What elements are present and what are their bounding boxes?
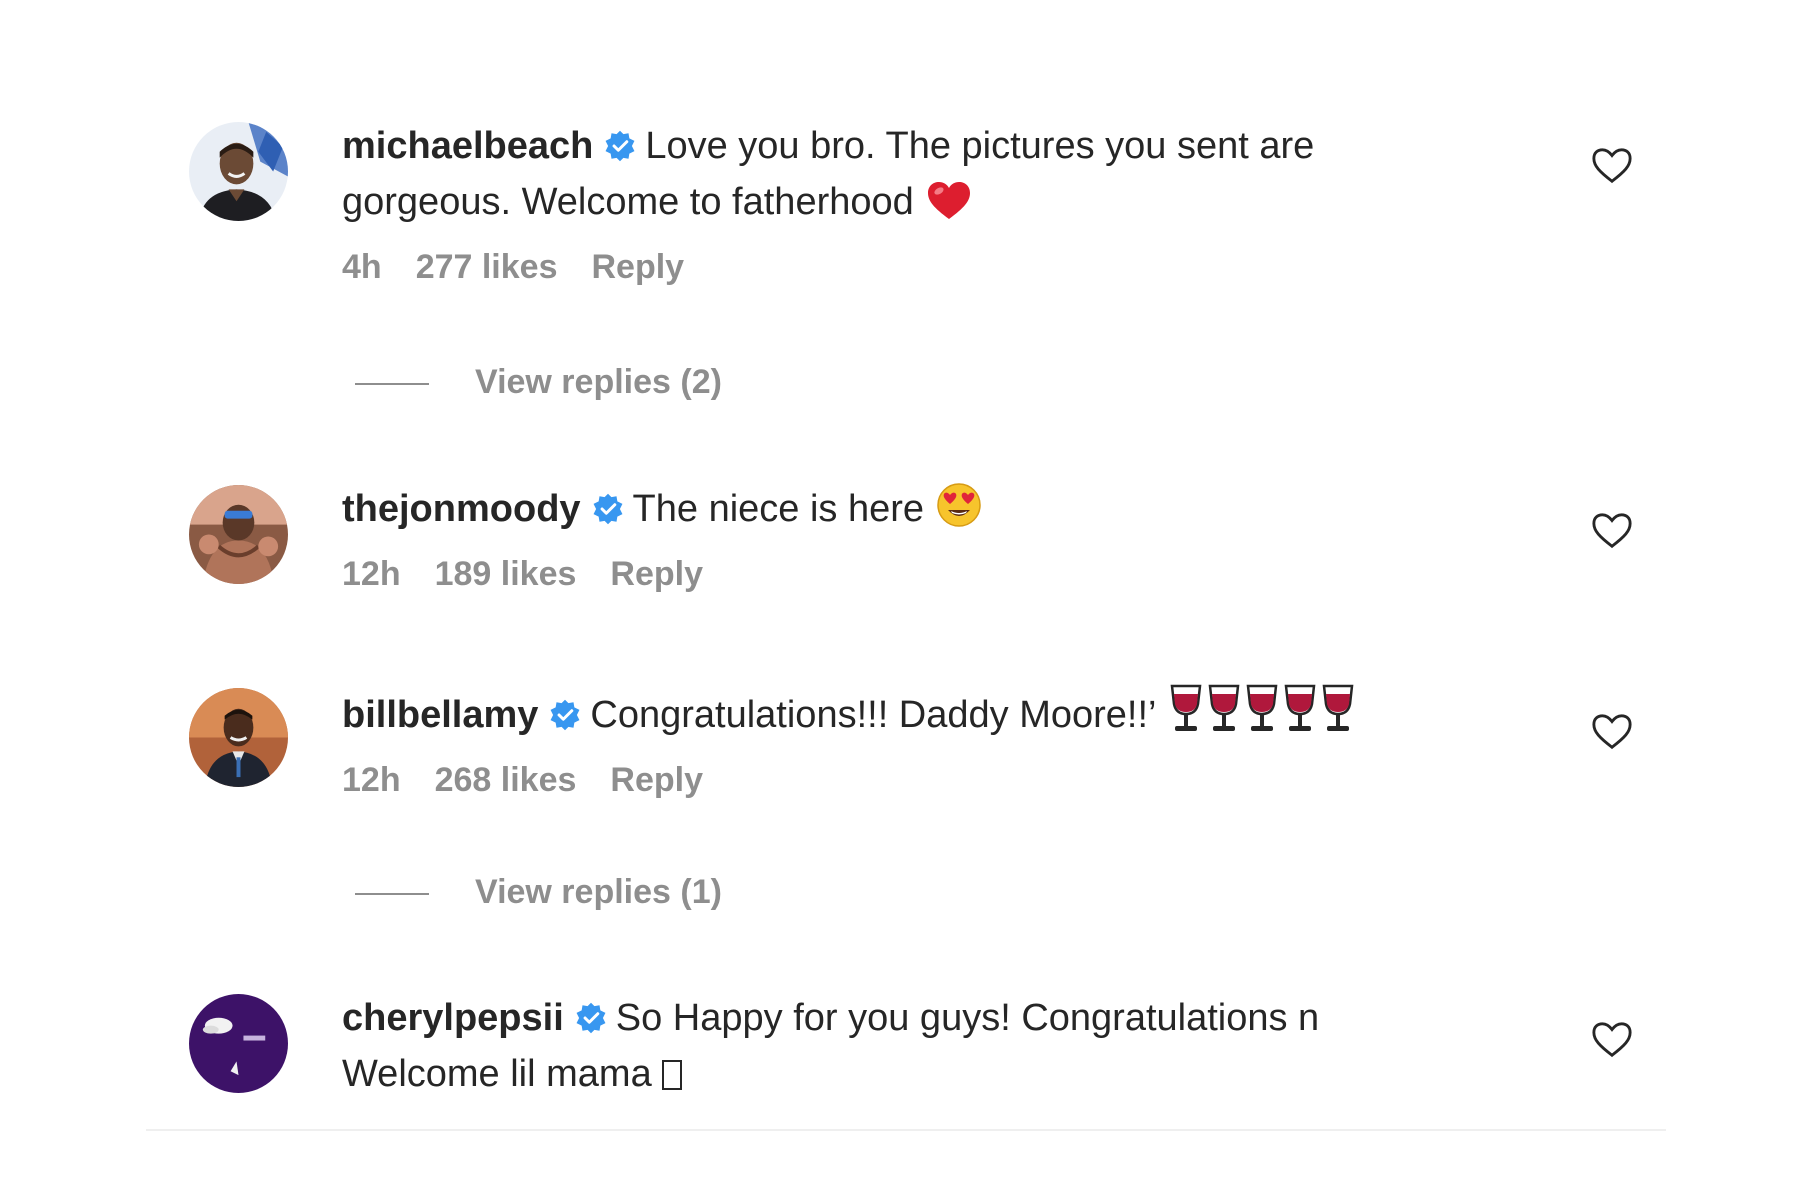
comment-meta: 12h 268 likes Reply <box>342 761 1472 800</box>
comment-body: cherylpepsii So Happy for you guys! Congr… <box>342 994 1472 1102</box>
bottom-divider <box>146 1129 1666 1131</box>
view-replies-button[interactable]: View replies (2) <box>355 363 722 413</box>
comment-username[interactable]: thejonmoody <box>342 488 581 530</box>
like-heart-icon[interactable] <box>1591 712 1633 752</box>
comment-username[interactable]: billbellamy <box>342 694 538 736</box>
like-heart-icon[interactable] <box>1591 1020 1633 1060</box>
verified-badge-icon <box>591 492 625 526</box>
like-heart-icon[interactable] <box>1591 511 1633 551</box>
comment-text: Congratulations!!! Daddy Moore!!’ <box>590 694 1157 736</box>
comment-likes[interactable]: 277 likes <box>416 248 558 286</box>
reply-button[interactable]: Reply <box>591 248 684 286</box>
verified-badge-icon <box>548 698 582 732</box>
comment-meta: 4h 277 likes Reply <box>342 248 1472 287</box>
view-replies-divider <box>355 383 429 386</box>
comment-time: 4h <box>342 248 382 286</box>
reply-button[interactable]: Reply <box>610 555 703 593</box>
verified-badge-icon <box>603 129 637 163</box>
red-heart-icon <box>926 181 972 221</box>
wine-glass-icon <box>1168 684 1356 734</box>
comment-text-block: billbellamy Congratulations!!! Daddy Moor… <box>342 684 1472 743</box>
avatar-image <box>189 122 288 221</box>
comment-time: 12h <box>342 761 401 799</box>
comment-body: billbellamy Congratulations!!! Daddy Moor… <box>342 684 1472 800</box>
comment-text-block: cherylpepsii So Happy for you guys! Congr… <box>342 990 1472 1102</box>
view-replies-label: View replies (2) <box>475 363 722 401</box>
missing-glyph-icon <box>661 1060 682 1090</box>
comment-body: michaelbeach Love you bro. The pictures y… <box>342 122 1472 287</box>
avatar-image <box>189 485 288 584</box>
view-replies-divider <box>355 893 429 896</box>
view-replies-button[interactable]: View replies (1) <box>355 873 722 923</box>
comment-meta: 12h 189 likes Reply <box>342 555 1472 594</box>
avatar-image <box>189 994 288 1093</box>
comment-body: thejonmoody The niece is here 12h 189 like… <box>342 483 1472 594</box>
comment-text-block: michaelbeach Love you bro. The pictures y… <box>342 118 1472 230</box>
comment-likes[interactable]: 189 likes <box>435 555 577 593</box>
verified-badge-icon <box>574 1001 608 1035</box>
avatar[interactable] <box>189 994 288 1093</box>
avatar-image <box>189 688 288 787</box>
comment-username[interactable]: cherylpepsii <box>342 997 564 1039</box>
comment-text: The niece is here <box>632 488 925 530</box>
comment-time: 12h <box>342 555 401 593</box>
avatar[interactable] <box>189 688 288 787</box>
comment-likes[interactable]: 268 likes <box>435 761 577 799</box>
comments-list: michaelbeach Love you bro. The pictures y… <box>0 0 1800 1200</box>
reply-button[interactable]: Reply <box>610 761 703 799</box>
comment-text-block: thejonmoody The niece is here <box>342 481 1472 537</box>
like-heart-icon[interactable] <box>1591 146 1633 186</box>
avatar[interactable] <box>189 485 288 584</box>
view-replies-label: View replies (1) <box>475 873 722 911</box>
heart-eyes-face-icon <box>936 482 982 528</box>
avatar[interactable] <box>189 122 288 221</box>
comment-username[interactable]: michaelbeach <box>342 125 593 167</box>
